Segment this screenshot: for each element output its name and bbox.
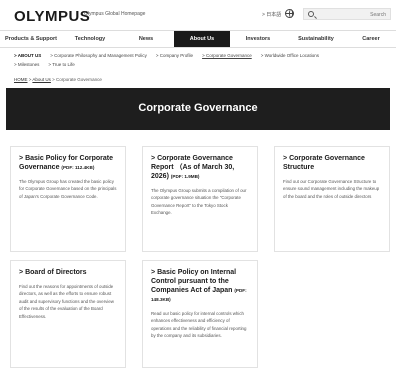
subnav-office-locations[interactable]: > Worldwide Office Locations [261,51,319,60]
subnav-true-to-life[interactable]: > True to Life [48,60,74,69]
subnav-philosophy[interactable]: > Corporate Philosophy and Management Po… [50,51,147,60]
nav-item-technology[interactable]: Technology [62,31,118,47]
nav-item-news[interactable]: News [118,31,174,47]
chevron-right-icon: > [283,155,288,162]
top-bar: OLYMPUS Olympus Global Homepage > 日本語 Se… [0,0,396,28]
language-link[interactable]: > 日本語 [262,11,281,18]
card-governance-report[interactable]: > Corporate Governance Report （As of Marc… [142,146,258,252]
chevron-right-icon: > [19,155,24,162]
olympus-logo[interactable]: OLYMPUS [14,8,90,25]
breadcrumb-current: Corporate Governance [56,77,102,82]
nav-item-investors[interactable]: Investors [230,31,286,47]
nav-item-sustainability[interactable]: Sustainability [286,31,346,47]
breadcrumb: HOME > About Us > Corporate Governance [14,77,102,82]
chevron-right-icon: > [151,269,156,276]
hero-banner: Corporate Governance [6,88,390,130]
site-label[interactable]: Olympus Global Homepage [84,11,145,17]
chevron-right-icon: > [19,269,24,276]
breadcrumb-about-us[interactable]: About Us [32,77,51,82]
pdf-size: (PDF: 112.4KB) [61,165,95,170]
card-internal-control[interactable]: > Basic Policy on Internal Control pursua… [142,260,258,368]
card-description: The Olympus Group submits a compilation … [151,188,247,216]
subnav-corporate-governance[interactable]: > Corporate Governance [202,51,252,60]
pdf-size: (PDF: 1.9MB) [170,174,200,179]
card-governance-structure[interactable]: > Corporate Governance Structure Find out… [274,146,390,252]
sub-nav: > ABOUT US > Corporate Philosophy and Ma… [14,51,384,69]
subnav-about-us[interactable]: > ABOUT US [14,51,41,60]
card-board-of-directors[interactable]: > Board of Directors Find out the reasons… [10,260,126,368]
nav-item-products-support[interactable]: Products & Support [0,31,62,47]
card-title[interactable]: > Corporate Governance Report （As of Marc… [151,154,249,181]
card-description: Find out our Corporate Governance Struct… [283,179,380,199]
search-input[interactable]: Search [303,8,391,20]
card-description: The Olympus Group has created the basic … [19,179,117,199]
page-title: Corporate Governance [138,102,258,114]
search-placeholder: Search [370,12,386,18]
subnav-company-profile[interactable]: > Company Profile [156,51,193,60]
chevron-right-icon: > [151,155,156,162]
search-icon [308,11,314,17]
card-description: Find out the reasons for appointments of… [19,284,114,319]
subnav-milestones[interactable]: > Milestones [14,60,39,69]
card-title[interactable]: > Basic Policy on Internal Control pursua… [151,268,249,304]
globe-icon[interactable] [285,9,294,18]
nav-item-career[interactable]: Career [346,31,396,47]
nav-item-about-us[interactable]: About Us [174,31,230,47]
card-description: Read our basic policy for internal contr… [151,311,247,339]
main-nav: Products & Support Technology News About… [0,30,396,48]
card-title[interactable]: > Corporate Governance Structure [283,154,381,172]
card-title[interactable]: > Basic Policy for Corporate Governance (… [19,154,117,172]
card-title[interactable]: > Board of Directors [19,268,117,277]
breadcrumb-home[interactable]: HOME [14,77,28,82]
card-basic-policy[interactable]: > Basic Policy for Corporate Governance (… [10,146,126,252]
